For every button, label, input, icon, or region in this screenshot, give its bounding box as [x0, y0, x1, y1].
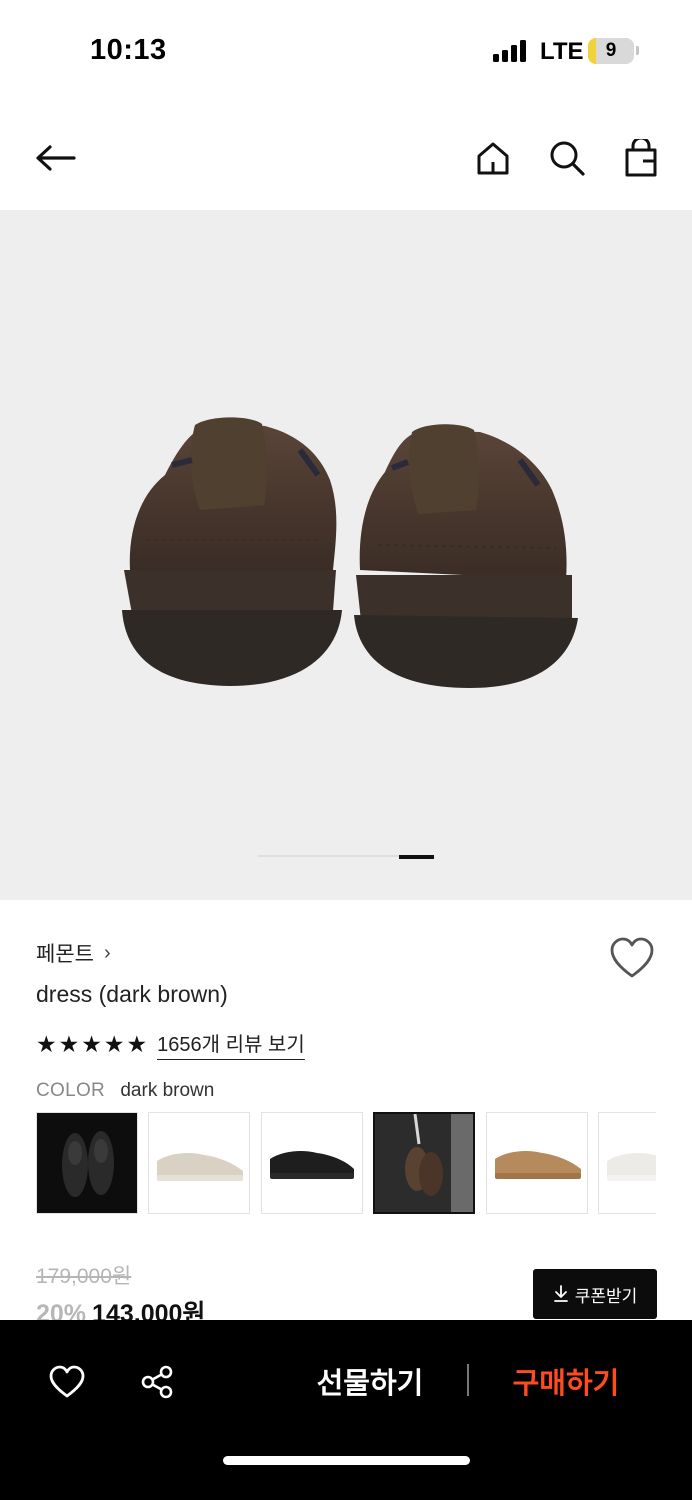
review-link[interactable]: 1656개 리뷰 보기 [157, 1028, 305, 1060]
product-image-gallery[interactable] [0, 210, 692, 900]
gallery-pager-indicator [399, 855, 434, 859]
buy-button[interactable]: 구매하기 [498, 1360, 634, 1404]
star-rating: ★ ★ ★ ★ ★ [36, 1030, 148, 1057]
swatch-beige[interactable] [148, 1112, 250, 1214]
share-icon[interactable] [133, 1358, 181, 1406]
star-icon: ★ [126, 1030, 148, 1057]
bottom-action-bar: 선물하기 구매하기 [0, 1320, 692, 1500]
status-bar: 10:13 LTE 9 [0, 0, 692, 100]
gift-button[interactable]: 선물하기 [300, 1360, 440, 1404]
wishlist-heart-icon[interactable] [43, 1358, 91, 1406]
brand-name: 페몬트 [36, 943, 94, 966]
rating-row: ★ ★ ★ ★ ★ 1656개 리뷰 보기 [36, 1028, 305, 1060]
button-divider [467, 1364, 469, 1396]
battery-icon: 9 [588, 38, 634, 64]
chevron-right-icon: › [103, 941, 111, 964]
home-icon[interactable] [471, 136, 515, 180]
search-icon[interactable] [545, 136, 589, 180]
star-icon: ★ [36, 1030, 57, 1057]
star-icon: ★ [58, 1030, 80, 1057]
battery-tip [636, 46, 639, 55]
color-label: COLOR [36, 1080, 106, 1101]
shopping-bag-icon[interactable] [619, 136, 663, 180]
color-row: COLOR dark brown [36, 1080, 214, 1102]
back-arrow-icon[interactable] [34, 136, 78, 180]
swatch-black[interactable] [261, 1112, 363, 1214]
swatch-dark-brown[interactable] [373, 1112, 475, 1214]
download-icon [553, 1285, 568, 1302]
swatch-white[interactable] [598, 1112, 656, 1214]
star-icon: ★ [103, 1030, 125, 1057]
swatch-tan[interactable] [486, 1112, 588, 1214]
coupon-button-label: 쿠폰받기 [574, 1286, 638, 1306]
color-swatch-list [36, 1112, 656, 1216]
star-icon: ★ [81, 1030, 102, 1057]
signal-icon [493, 40, 529, 62]
home-indicator [223, 1456, 470, 1465]
top-nav [0, 110, 692, 210]
network-label: LTE [540, 38, 584, 65]
suede-sneakers-image [122, 417, 578, 688]
swatch-black-leather[interactable] [36, 1112, 138, 1214]
color-value: dark brown [120, 1080, 215, 1101]
heart-outline-icon[interactable] [608, 936, 656, 980]
product-name: dress (dark brown) [36, 981, 228, 1007]
original-price: 179,000원 [36, 1265, 132, 1288]
status-time: 10:13 [90, 34, 167, 66]
coupon-button[interactable]: 쿠폰받기 [533, 1269, 657, 1319]
battery-level: 9 [605, 40, 617, 61]
brand-link[interactable]: 페몬트 › [36, 938, 111, 968]
